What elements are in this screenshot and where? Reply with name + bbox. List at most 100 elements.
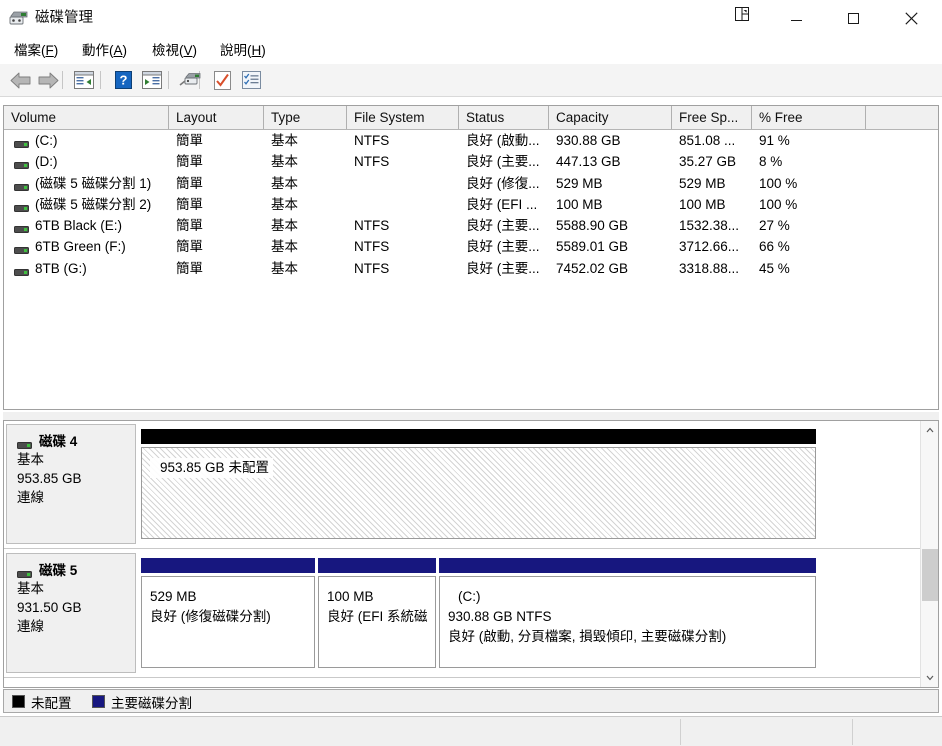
disk-info-panel[interactable]: 磁碟 5 基本 931.50 GB 連線 [6, 553, 136, 673]
cell-type: 基本 [271, 260, 298, 276]
disk-row[interactable]: 磁碟 4 基本 953.85 GB 連線 953.85 GB 未配置 [4, 421, 920, 549]
close-button[interactable] [888, 0, 934, 36]
scroll-up-button[interactable] [921, 421, 938, 439]
menu-file[interactable]: 檔案(F) [12, 42, 60, 60]
partition-status: 良好 (EFI 系統磁 [327, 609, 428, 624]
chevron-down-icon [926, 675, 934, 681]
pane-splitter[interactable] [3, 411, 939, 420]
partition-size: 未配置 [228, 458, 274, 478]
disk-icon [17, 437, 32, 449]
cell-type: 基本 [271, 175, 298, 191]
rescan-disks-button[interactable] [178, 68, 202, 92]
cell-free-space: 35.27 GB [679, 154, 737, 170]
list-view-icon [241, 71, 261, 89]
cell-layout: 簡單 [176, 154, 203, 170]
cell-free-space: 100 MB [679, 196, 726, 212]
legend-item-primary-partition: 主要磁碟分割 [92, 693, 192, 711]
forward-button[interactable] [36, 68, 60, 92]
partition-block[interactable]: 100 MB 良好 (EFI 系統磁 [318, 558, 436, 668]
column-header-file-system[interactable]: File System [347, 106, 459, 129]
show-hide-console-tree-icon [74, 71, 94, 89]
drive-icon [14, 200, 29, 212]
partition-block[interactable]: 953.85 GB 未配置 [141, 429, 816, 539]
status-bar-separator [680, 719, 681, 745]
menu-bar: 檔案(F) 動作(A) 檢視(V) 說明(H) [0, 37, 942, 64]
legend-swatch-primary-partition [92, 695, 105, 708]
cell-file-system [354, 194, 459, 215]
column-header-free-space[interactable]: Free Sp... [672, 106, 752, 129]
cell-free-space: 851.08 ... [679, 133, 736, 148]
legend-item-unallocated: 未配置 [12, 693, 72, 711]
column-header-layout[interactable]: Layout [169, 106, 264, 129]
cell-layout: 簡單 [176, 196, 203, 212]
menu-view[interactable]: 檢視(V) [150, 42, 199, 60]
show-hide-action-pane-button[interactable] [140, 68, 164, 92]
menu-help[interactable]: 說明(H) [218, 42, 268, 60]
toolbar-separator [100, 71, 101, 89]
legend-swatch-unallocated [12, 695, 25, 708]
cell-type: 基本 [271, 218, 298, 234]
cell-capacity: 100 MB [556, 196, 603, 212]
cell-percent-free: 91 % [759, 133, 790, 148]
cell-percent-free: 45 % [759, 260, 790, 276]
volume-list-header: Volume Layout Type File System Status Ca… [4, 106, 938, 130]
cell-free-space: 3712.66... [679, 239, 740, 255]
table-row[interactable]: (C:) 簡單 基本 NTFS 良好 (啟動... 930.88 GB 851.08 ...… [4, 130, 938, 151]
scrollbar-thumb[interactable] [922, 549, 938, 601]
partition-block[interactable]: (C:) 930.88 GB NTFS 良好 (啟動, 分頁檔案, 損毀傾印, 主要… [439, 558, 816, 668]
disk-name: 磁碟 4 [17, 433, 127, 450]
back-arrow-icon [10, 72, 30, 88]
cell-file-system: NTFS [354, 239, 390, 255]
disk-info-panel[interactable]: 磁碟 4 基本 953.85 GB 連線 [6, 424, 136, 544]
maximize-button[interactable] [830, 0, 876, 36]
cell-layout: 簡單 [176, 218, 203, 234]
table-row[interactable]: 6TB Black (E:) 簡單 基本 NTFS 良好 (主要... 5588.90 G… [4, 215, 938, 236]
scroll-down-button[interactable] [921, 669, 938, 687]
disk-size: 931.50 GB [17, 600, 82, 615]
chevron-up-icon [926, 427, 934, 433]
disk-size: 953.85 GB [17, 471, 82, 486]
table-row[interactable]: (磁碟 5 磁碟分割 2) 簡單 基本 良好 (EFI ... 100 MB 100 MB… [4, 194, 938, 215]
list-view-button[interactable] [239, 68, 263, 92]
column-header-type[interactable]: Type [264, 106, 347, 129]
help-icon: ? [114, 71, 132, 89]
cell-volume: (磁碟 5 磁碟分割 1) [35, 175, 152, 191]
properties-button[interactable] [210, 68, 234, 92]
graphical-view-scrollbar[interactable] [920, 421, 938, 687]
partition-block[interactable]: 529 MB 良好 (修復磁碟分割) [141, 558, 315, 668]
column-header-volume[interactable]: Volume [4, 106, 169, 129]
show-hide-console-tree-button[interactable] [72, 68, 96, 92]
disk-name: 磁碟 5 [17, 562, 127, 579]
help-button[interactable]: ? [111, 68, 135, 92]
cell-free-space: 529 MB [679, 175, 726, 191]
close-icon [904, 11, 918, 25]
show-hide-action-pane-icon [142, 71, 162, 89]
disk-type: 基本 [17, 581, 44, 596]
disk-state: 連線 [17, 619, 44, 634]
column-header-status[interactable]: Status [459, 106, 549, 129]
column-header-percent-free[interactable]: % Free [752, 106, 866, 129]
table-row[interactable]: 6TB Green (F:) 簡單 基本 NTFS 良好 (主要... 5589.01 G… [4, 236, 938, 257]
disk-row[interactable]: 磁碟 5 基本 931.50 GB 連線 529 MB 良好 (修復磁碟分割) 100 MB… [4, 550, 920, 678]
volume-list-pane: Volume Layout Type File System Status Ca… [3, 105, 939, 410]
menu-action[interactable]: 動作(A) [80, 42, 129, 60]
table-row[interactable]: (磁碟 5 磁碟分割 1) 簡單 基本 良好 (修復... 529 MB 529 MB 10… [4, 173, 938, 194]
cell-type: 基本 [271, 196, 298, 212]
cell-status: 良好 (EFI ... [466, 196, 538, 212]
disk-type: 基本 [17, 452, 44, 467]
cell-status: 良好 (主要... [466, 154, 540, 170]
cell-capacity: 7452.02 GB [556, 260, 629, 276]
cell-capacity: 5588.90 GB [556, 218, 629, 234]
cell-layout: 簡單 [176, 175, 203, 191]
forward-arrow-icon [38, 72, 58, 88]
table-row[interactable]: (D:) 簡單 基本 NTFS 良好 (主要... 447.13 GB 35.27 GB 8 … [4, 151, 938, 172]
back-button[interactable] [8, 68, 32, 92]
volume-list-body: (C:) 簡單 基本 NTFS 良好 (啟動... 930.88 GB 851.08 ...… [4, 130, 938, 409]
column-header-capacity[interactable]: Capacity [549, 106, 672, 129]
minimize-button[interactable] [773, 0, 819, 36]
cell-capacity: 529 MB [556, 175, 603, 191]
snap-layouts-icon[interactable] [733, 5, 751, 23]
title-bar: 磁碟管理 [0, 0, 942, 38]
table-row[interactable]: 8TB (G:) 簡單 基本 NTFS 良好 (主要... 7452.02 GB 3318.… [4, 258, 938, 279]
partition-capacity-bar [318, 558, 436, 573]
